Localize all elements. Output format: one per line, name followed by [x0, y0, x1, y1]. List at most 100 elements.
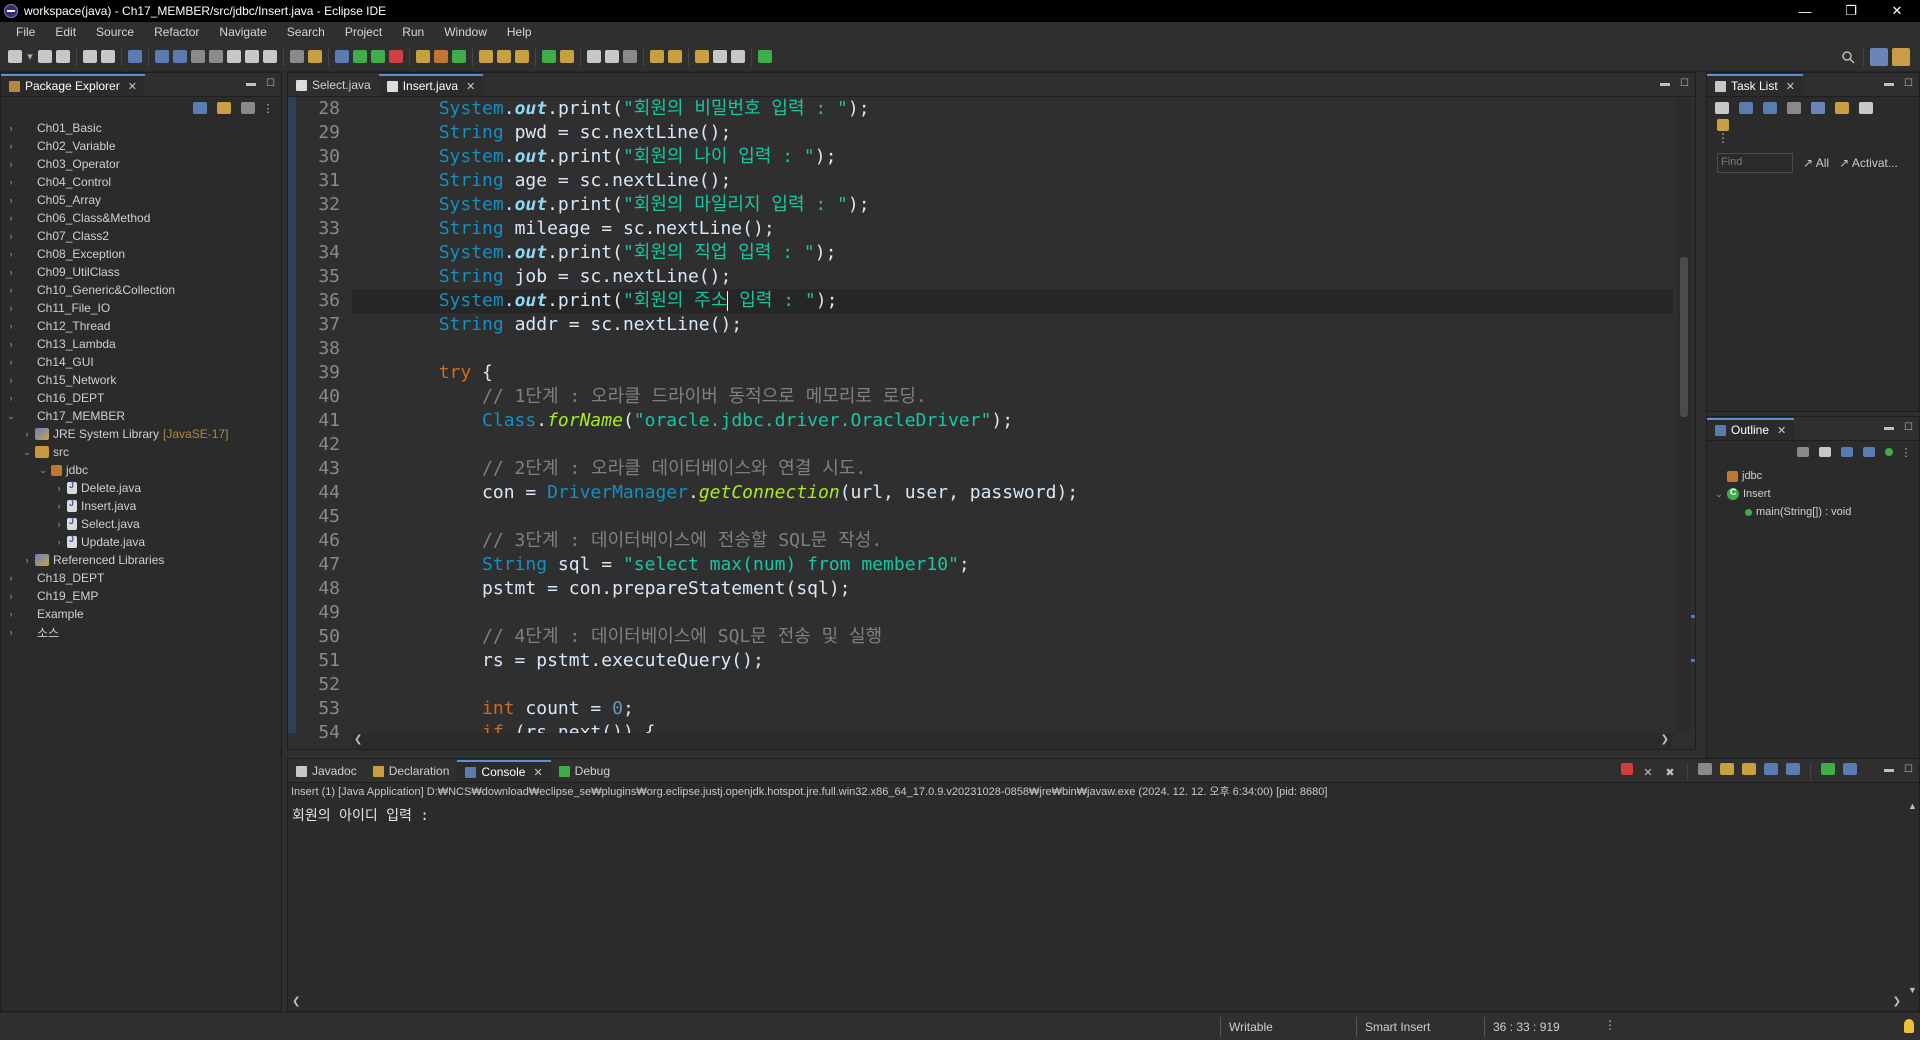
tree-item-src[interactable]: ⌄ src: [5, 443, 281, 461]
tree-item-java[interactable]: › Delete.java: [5, 479, 281, 497]
menu-help[interactable]: Help: [497, 25, 542, 39]
view-menu-icon[interactable]: ⋮: [1715, 131, 1919, 145]
pin-editor-icon[interactable]: [758, 50, 772, 63]
code-editor[interactable]: 28 29 30 31 32 33 34 35 36 37 38 39 40 41 42 43 44 45 46 47…: [288, 97, 1695, 749]
tree-item-lib[interactable]: › Referenced Libraries: [5, 551, 281, 569]
horizontal-scrollbar[interactable]: ❮ ❯: [352, 733, 1673, 749]
tree-item-class[interactable]: ⌄ Insert: [1713, 485, 1919, 503]
hide-static-icon[interactable]: [1863, 447, 1875, 457]
console-vertical-scrollbar[interactable]: ▲ ▼: [1905, 801, 1919, 995]
open-folder-icon[interactable]: [479, 50, 493, 63]
step-into-icon[interactable]: [227, 50, 241, 63]
maximize-icon[interactable]: ☐: [1904, 78, 1913, 89]
scroll-left-icon[interactable]: ❮: [292, 996, 300, 1007]
chevron-right-icon[interactable]: ›: [5, 177, 17, 187]
scroll-right-icon[interactable]: ❯: [1893, 996, 1901, 1007]
menu-run[interactable]: Run: [392, 25, 434, 39]
chevron-right-icon[interactable]: ›: [5, 609, 17, 619]
collapse-all-icon[interactable]: [1797, 447, 1809, 457]
show-whitespace-icon[interactable]: [605, 50, 619, 63]
new-console-icon[interactable]: [1843, 763, 1857, 775]
java-perspective-icon[interactable]: [1892, 48, 1910, 66]
view-menu-icon[interactable]: ⋮: [263, 99, 274, 117]
menu-navigate[interactable]: Navigate: [209, 25, 276, 39]
code-line[interactable]: [352, 601, 1673, 625]
tree-item-project[interactable]: › Ch13_Lambda: [5, 335, 281, 353]
resume-icon[interactable]: [155, 50, 169, 63]
status-insert-mode[interactable]: Smart Insert: [1356, 1017, 1484, 1037]
tree-item-project[interactable]: › Ch09_UtilClass: [5, 263, 281, 281]
hide-fields-icon[interactable]: [1841, 447, 1853, 457]
save-all-icon[interactable]: [56, 50, 70, 63]
chevron-right-icon[interactable]: ›: [5, 393, 17, 403]
debug-icon[interactable]: [335, 50, 349, 63]
status-cursor-position[interactable]: 36 : 33 : 919: [1484, 1017, 1594, 1037]
step-over-icon[interactable]: [245, 50, 259, 63]
chevron-right-icon[interactable]: ›: [5, 591, 17, 601]
scroll-up-icon[interactable]: ▲: [1908, 801, 1917, 811]
new-package-icon[interactable]: [434, 50, 448, 63]
focus-icon[interactable]: [241, 102, 255, 114]
code-line[interactable]: String age = sc.nextLine();: [352, 169, 1673, 193]
menu-refactor[interactable]: Refactor: [144, 25, 209, 39]
tree-item-project[interactable]: › Ch18_DEPT: [5, 569, 281, 587]
scroll-down-icon[interactable]: ▼: [1908, 985, 1917, 995]
code-line[interactable]: String sql = "select max(num) from membe…: [352, 553, 1673, 577]
tree-item-project[interactable]: ⌄ Ch17_MEMBER: [5, 407, 281, 425]
code-line[interactable]: String pwd = sc.nextLine();: [352, 121, 1673, 145]
tree-item-project[interactable]: › Ch02_Variable: [5, 137, 281, 155]
search-tool-icon[interactable]: [515, 50, 529, 63]
repository-icon[interactable]: [1717, 119, 1729, 131]
run-icon[interactable]: [353, 50, 367, 63]
toggle-word-icon[interactable]: [587, 50, 601, 63]
tab-insert-java[interactable]: Insert.java ✕: [378, 74, 484, 96]
next-annotation-icon[interactable]: [650, 50, 664, 63]
chevron-right-icon[interactable]: ›: [53, 501, 65, 511]
menu-project[interactable]: Project: [335, 25, 392, 39]
new-class-icon[interactable]: [452, 50, 466, 63]
collapse-all-icon[interactable]: [193, 102, 207, 114]
open-task-icon[interactable]: [497, 50, 511, 63]
code-line[interactable]: if (rs.next()) {: [352, 721, 1673, 733]
last-edit-icon[interactable]: [695, 50, 709, 63]
highlight-icon[interactable]: [560, 50, 574, 63]
status-more-icon[interactable]: ⋮: [1604, 1018, 1616, 1032]
code-line[interactable]: int count = 0;: [352, 697, 1673, 721]
scheduled-icon[interactable]: [1763, 102, 1777, 114]
open-type-icon[interactable]: [290, 50, 304, 63]
chevron-right-icon[interactable]: ›: [5, 321, 17, 331]
code-line[interactable]: // 3단계 : 데이터베이스에 전송할 SQL문 작성.: [352, 529, 1673, 553]
chevron-down-icon[interactable]: ⌄: [1713, 489, 1725, 500]
chevron-right-icon[interactable]: ›: [53, 519, 65, 529]
toggle-mark-icon[interactable]: [308, 50, 322, 63]
remove-all-icon[interactable]: ✖: [1663, 763, 1677, 781]
prev-annotation-icon[interactable]: [668, 50, 682, 63]
categorized-icon[interactable]: [1739, 102, 1753, 114]
undo-icon[interactable]: [83, 50, 97, 63]
menu-source[interactable]: Source: [86, 25, 144, 39]
ruler-marker[interactable]: [1691, 615, 1695, 618]
tree-item-project[interactable]: › Ch01_Basic: [5, 119, 281, 137]
tree-item-project[interactable]: › Ch19_EMP: [5, 587, 281, 605]
chevron-right-icon[interactable]: ›: [5, 357, 17, 367]
vertical-scrollbar[interactable]: [1677, 97, 1691, 733]
external-tools-icon[interactable]: [389, 50, 403, 63]
tree-item-project[interactable]: › Ch05_Array: [5, 191, 281, 209]
maximize-icon[interactable]: ☐: [1904, 422, 1913, 433]
chevron-right-icon[interactable]: ›: [5, 339, 17, 349]
chevron-right-icon[interactable]: ›: [5, 627, 17, 637]
tab-declaration[interactable]: Declaration: [365, 760, 458, 782]
code-line[interactable]: pstmt = con.prepareStatement(sql);: [352, 577, 1673, 601]
skip-breakpoints-icon[interactable]: [128, 50, 142, 63]
link-with-editor-icon[interactable]: [217, 102, 231, 114]
maximize-icon[interactable]: ☐: [1904, 764, 1913, 775]
code-line[interactable]: try {: [352, 361, 1673, 385]
chevron-right-icon[interactable]: ›: [5, 573, 17, 583]
menu-file[interactable]: File: [6, 25, 45, 39]
chevron-right-icon[interactable]: ›: [5, 159, 17, 169]
chevron-down-icon[interactable]: ⌄: [21, 447, 33, 458]
chevron-right-icon[interactable]: ›: [5, 123, 17, 133]
tree-item-project[interactable]: › Ch03_Operator: [5, 155, 281, 173]
open-console-icon[interactable]: [1821, 763, 1835, 775]
tree-item-project[interactable]: › Ch14_GUI: [5, 353, 281, 371]
